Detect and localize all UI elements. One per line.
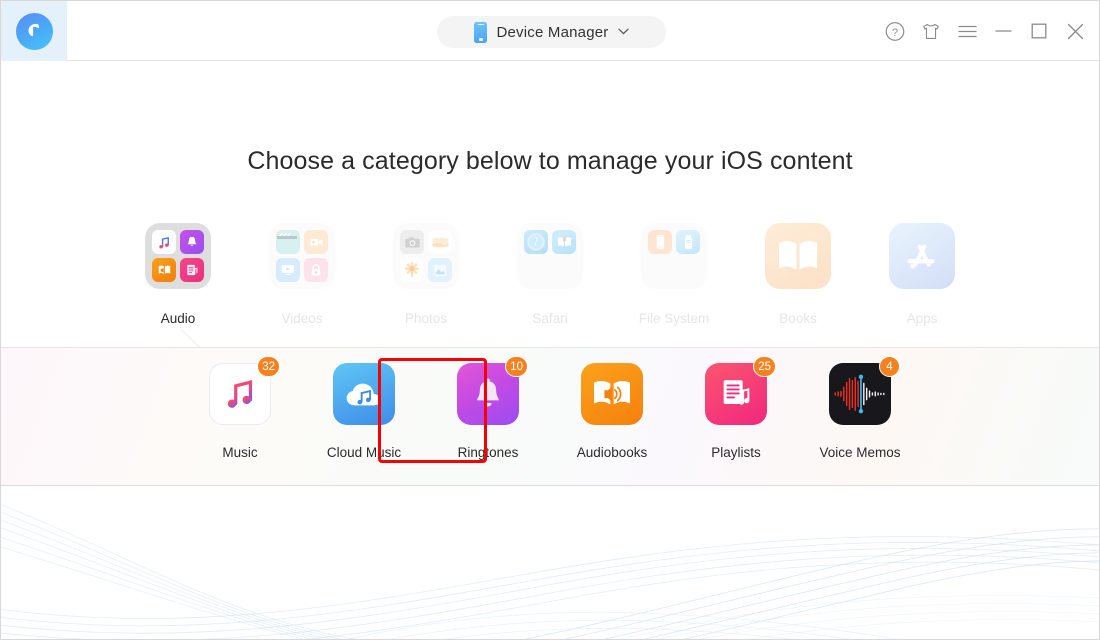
cloud-music-icon [333, 363, 395, 425]
category-row: Audio Videos Photos Safari File System B… [1, 223, 1099, 326]
help-button[interactable]: ? [885, 21, 905, 41]
phone-icon [474, 21, 488, 43]
books-icon [765, 223, 831, 289]
bookmark-mini-icon [552, 230, 576, 254]
minimize-button[interactable] [993, 21, 1013, 41]
panorama-mini-icon [428, 230, 452, 254]
category-file-system[interactable]: File System [612, 223, 736, 326]
audiobook-icon [581, 363, 643, 425]
badge-count: 25 [753, 356, 776, 377]
camera-mini-icon [400, 230, 424, 254]
category-label: Apps [906, 311, 938, 326]
sunflower-mini-icon [400, 258, 424, 282]
compass-mini-icon [524, 230, 548, 254]
subcategory-label: Music [222, 445, 258, 460]
category-apps[interactable]: Apps [860, 223, 984, 326]
device-manager-selector[interactable]: Device Manager [437, 16, 666, 48]
subcategory-label: Cloud Music [326, 445, 402, 460]
category-photos[interactable]: Photos [364, 223, 488, 326]
category-label: Books [779, 311, 817, 326]
device-phone-mini-icon [648, 230, 672, 254]
anytrans-logo-icon [15, 12, 53, 50]
empty-mini-slot [676, 258, 700, 282]
subcategory-voice-memos[interactable]: 4 Voice Memos [798, 356, 922, 460]
category-label: Videos [281, 311, 323, 326]
camcorder-mini-icon [304, 230, 328, 254]
badge-count: 32 [257, 356, 280, 377]
empty-mini-slot [552, 258, 576, 282]
device-manager-label: Device Manager [496, 23, 609, 41]
app-logo-panel [1, 1, 67, 61]
monitor-mini-icon [276, 258, 300, 282]
maximize-button[interactable] [1029, 21, 1049, 41]
window-controls: ? [885, 1, 1085, 61]
usb-mini-icon [676, 230, 700, 254]
category-safari[interactable]: Safari [488, 223, 612, 326]
badge-count: 4 [879, 356, 900, 377]
category-label: Photos [404, 311, 448, 326]
active-category-pointer [161, 329, 199, 347]
close-button[interactable] [1065, 21, 1085, 41]
category-label: Safari [532, 311, 568, 326]
subcategory-label: Voice Memos [819, 445, 901, 460]
filesystem-folder-icon [641, 223, 707, 289]
empty-mini-slot [648, 258, 672, 282]
subcategory-row: 32 Music Cloud Music 10 Ringtones Audiob… [1, 356, 1099, 460]
subcategory-ringtones[interactable]: 10 Ringtones [426, 356, 550, 460]
subcategory-cloud-music[interactable]: Cloud Music [302, 363, 426, 460]
subcategory-label: Audiobooks [576, 445, 648, 460]
category-audio[interactable]: Audio [116, 223, 240, 326]
category-videos[interactable]: Videos [240, 223, 364, 326]
svg-text:?: ? [892, 26, 898, 38]
music-note-mini-icon [152, 230, 176, 254]
subcategory-label: Playlists [711, 445, 761, 460]
appstore-icon [889, 223, 955, 289]
badge-count: 10 [505, 356, 528, 377]
subcategory-label: Ringtones [457, 445, 519, 460]
lock-mini-icon [304, 258, 328, 282]
category-label: Audio [160, 311, 196, 326]
subcategory-playlists[interactable]: 25 Playlists [674, 356, 798, 460]
bell-mini-icon [180, 230, 204, 254]
theme-button[interactable] [921, 21, 941, 41]
subcategory-audiobooks[interactable]: Audiobooks [550, 363, 674, 460]
category-books[interactable]: Books [736, 223, 860, 326]
title-bar: Device Manager ? [1, 1, 1099, 61]
audio-folder-icon [145, 223, 211, 289]
chevron-down-icon [617, 28, 629, 38]
safari-folder-icon [517, 223, 583, 289]
videos-folder-icon [269, 223, 335, 289]
photos-folder-icon [393, 223, 459, 289]
category-label: File System [638, 311, 710, 326]
footer-decoration [1, 487, 1099, 639]
empty-mini-slot [524, 258, 548, 282]
app-window: Device Manager ? Choose a category below… [0, 0, 1100, 640]
clapperboard-mini-icon [276, 230, 300, 254]
audiobook-mini-icon [152, 258, 176, 282]
page-title: Choose a category below to manage your i… [247, 147, 853, 175]
photo-mini-icon [428, 258, 452, 282]
wave-graphic [1, 504, 1099, 639]
menu-button[interactable] [957, 21, 977, 41]
subcategory-music[interactable]: 32 Music [178, 356, 302, 460]
playlist-mini-icon [180, 258, 204, 282]
